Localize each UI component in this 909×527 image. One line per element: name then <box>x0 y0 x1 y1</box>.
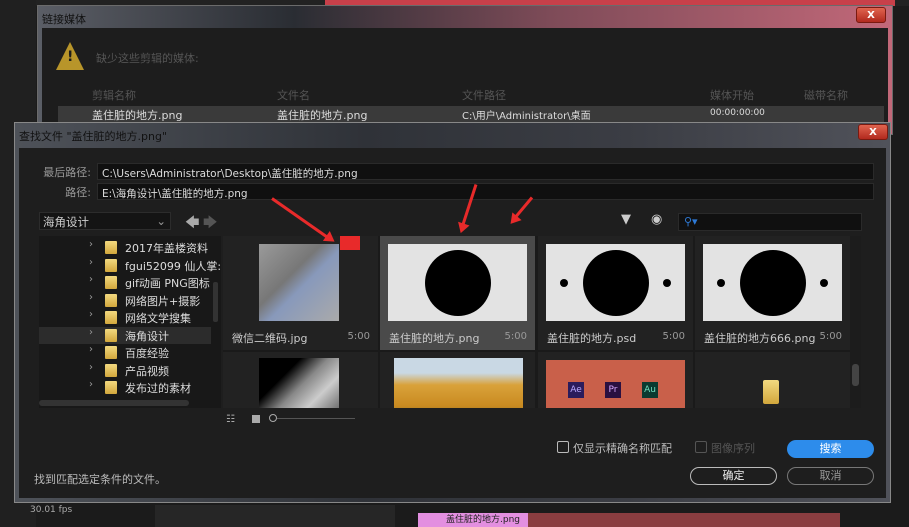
cell-start: 00:00:00:00 <box>710 108 765 118</box>
folder-icon <box>105 346 117 359</box>
table-row[interactable]: 盖住脏的地方.png 盖住脏的地方.png C:\用户\Administrato… <box>58 106 884 122</box>
folder-item[interactable]: › 网络文学搜集 <box>39 309 211 326</box>
file-item[interactable]: 微信二维码.jpg 5:00 <box>223 236 378 350</box>
pr-badge: Pr <box>605 382 621 398</box>
folder-icon <box>105 381 117 394</box>
file-item-selected[interactable]: 盖住脏的地方.png 5:00 <box>380 236 535 350</box>
file-item[interactable]: 盖住脏的地方.psd 5:00 <box>538 236 693 350</box>
col-clip-name: 剪辑名称 <box>92 89 136 102</box>
folder-item-selected[interactable]: › 海角设计 <box>39 327 211 344</box>
folder-item[interactable]: › 发布过的素材 <box>39 379 211 396</box>
file-thumbnail <box>388 244 527 321</box>
file-duration: 5:00 <box>662 331 685 342</box>
list-view-icon[interactable]: ☷ <box>226 414 235 425</box>
file-grid: 微信二维码.jpg 5:00 盖住脏的地方.png 5:00 盖住脏的地方.ps… <box>223 236 850 408</box>
col-file-path: 文件路径 <box>462 89 506 102</box>
file-item[interactable]: 盖住脏的地方666.png 5:00 <box>695 236 850 350</box>
grid-scrollbar[interactable] <box>850 236 861 408</box>
col-file-name: 文件名 <box>277 89 310 102</box>
close-button[interactable]: X <box>856 7 886 23</box>
image-sequence-checkbox[interactable] <box>695 441 707 453</box>
file-thumbnail <box>546 244 685 321</box>
timeline-track-header <box>155 505 395 527</box>
file-item[interactable] <box>695 352 850 408</box>
file-duration: 5:00 <box>504 331 527 342</box>
folder-tree: › 2017年盖楼资料 › fgui52099 仙人掌: › gif动画 PNG图标 … <box>39 236 221 408</box>
folder-icon <box>105 294 117 307</box>
file-item[interactable]: Ae Pr Au <box>538 352 693 408</box>
col-tape-name: 磁带名称 <box>804 89 848 102</box>
last-path-field[interactable]: C:\Users\Administrator\Desktop\盖住脏的地方.pn… <box>97 163 874 180</box>
folder-item[interactable]: › 网络图片+摄影 <box>39 292 211 309</box>
missing-message: 缺少这些剪辑的媒体: <box>96 52 199 65</box>
chevron-down-icon: ⌄ <box>156 214 166 228</box>
forward-arrow-icon[interactable]: 🡆 <box>203 212 217 236</box>
path-field[interactable]: E:\海角设计\盖住脏的地方.png <box>97 183 874 200</box>
dialog-title: 查找文件 "盖住脏的地方.png" <box>19 130 168 143</box>
folder-icon <box>105 329 117 342</box>
file-name: 微信二维码.jpg <box>232 332 308 345</box>
ae-badge: Ae <box>568 382 584 398</box>
tree-vscrollbar[interactable] <box>213 282 218 322</box>
folder-icon <box>105 364 117 377</box>
file-item[interactable] <box>223 352 378 408</box>
zoom-slider-handle[interactable] <box>269 414 277 422</box>
dialog-title: 链接媒体 <box>42 13 86 26</box>
folder-item[interactable]: › gif动画 PNG图标 <box>39 274 211 291</box>
location-value: 海角设计 <box>43 215 89 229</box>
file-duration: 5:00 <box>819 331 842 342</box>
annotation-mark <box>340 236 360 250</box>
image-sequence-label: 图像序列 <box>711 442 755 455</box>
au-badge: Au <box>642 382 658 398</box>
last-path-label: 最后路径: <box>43 166 91 179</box>
file-thumbnail <box>394 358 523 408</box>
folder-item[interactable]: › 产品视频 <box>39 362 211 379</box>
ok-button[interactable]: 确定 <box>690 467 777 485</box>
fps-label: 30.01 fps <box>30 505 73 515</box>
cancel-button[interactable]: 取消 <box>787 467 874 485</box>
path-label: 路径: <box>65 186 91 199</box>
exact-match-label: 仅显示精确名称匹配 <box>573 442 672 455</box>
folder-item[interactable]: › fgui52099 仙人掌: <box>39 257 221 274</box>
file-thumbnail <box>259 358 339 408</box>
find-file-dialog: 查找文件 "盖住脏的地方.png" X 最后路径: C:\Users\Admin… <box>14 122 891 503</box>
eye-icon[interactable]: ◉ <box>651 212 662 227</box>
file-name: 盖住脏的地方.png <box>389 332 480 345</box>
file-thumbnail <box>703 244 842 321</box>
folder-item[interactable]: › 2017年盖楼资料 <box>39 239 211 256</box>
search-button[interactable]: 搜索 <box>787 440 874 458</box>
file-duration: 5:00 <box>347 331 370 342</box>
icon-view-icon[interactable] <box>252 415 260 423</box>
status-text: 找到匹配选定条件的文件。 <box>34 473 166 486</box>
back-arrow-icon[interactable]: 🡄 <box>185 212 199 236</box>
search-icon: ⚲▾ <box>684 215 698 228</box>
file-item[interactable] <box>380 352 535 408</box>
filter-icon[interactable]: ▼ <box>621 212 631 227</box>
close-button[interactable]: X <box>858 124 888 140</box>
file-thumbnail <box>231 244 370 321</box>
timeline-clip[interactable]: 盖住脏的地方.png <box>418 513 528 527</box>
folder-icon <box>105 311 117 324</box>
search-input[interactable]: ⚲▾ <box>678 213 862 231</box>
tree-hscrollbar[interactable] <box>39 400 189 406</box>
zoom-slider[interactable] <box>277 418 355 419</box>
folder-icon <box>105 241 117 254</box>
cell-clip: 盖住脏的地方.png <box>92 109 183 122</box>
folder-icon <box>763 380 779 404</box>
folder-icon <box>105 259 117 272</box>
exact-match-checkbox[interactable] <box>557 441 569 453</box>
timeline-clip-extent <box>528 513 840 527</box>
folder-icon <box>105 276 117 289</box>
folder-item[interactable]: › 百度经验 <box>39 344 211 361</box>
file-name: 盖住脏的地方666.png <box>704 332 816 345</box>
location-dropdown[interactable]: 海角设计 ⌄ <box>39 212 171 230</box>
warning-icon: ! <box>56 42 84 70</box>
file-thumbnail: Ae Pr Au <box>546 360 685 408</box>
cell-file: 盖住脏的地方.png <box>277 109 368 122</box>
file-name: 盖住脏的地方.psd <box>547 332 637 345</box>
col-media-start: 媒体开始 <box>710 89 754 102</box>
cell-path: C:\用户\Administrator\桌面 <box>462 111 591 122</box>
clip-label: 盖住脏的地方.png <box>446 515 520 525</box>
link-media-dialog: 链接媒体 X ! 缺少这些剪辑的媒体: 剪辑名称 文件名 文件路径 媒体开始 磁… <box>37 5 893 135</box>
